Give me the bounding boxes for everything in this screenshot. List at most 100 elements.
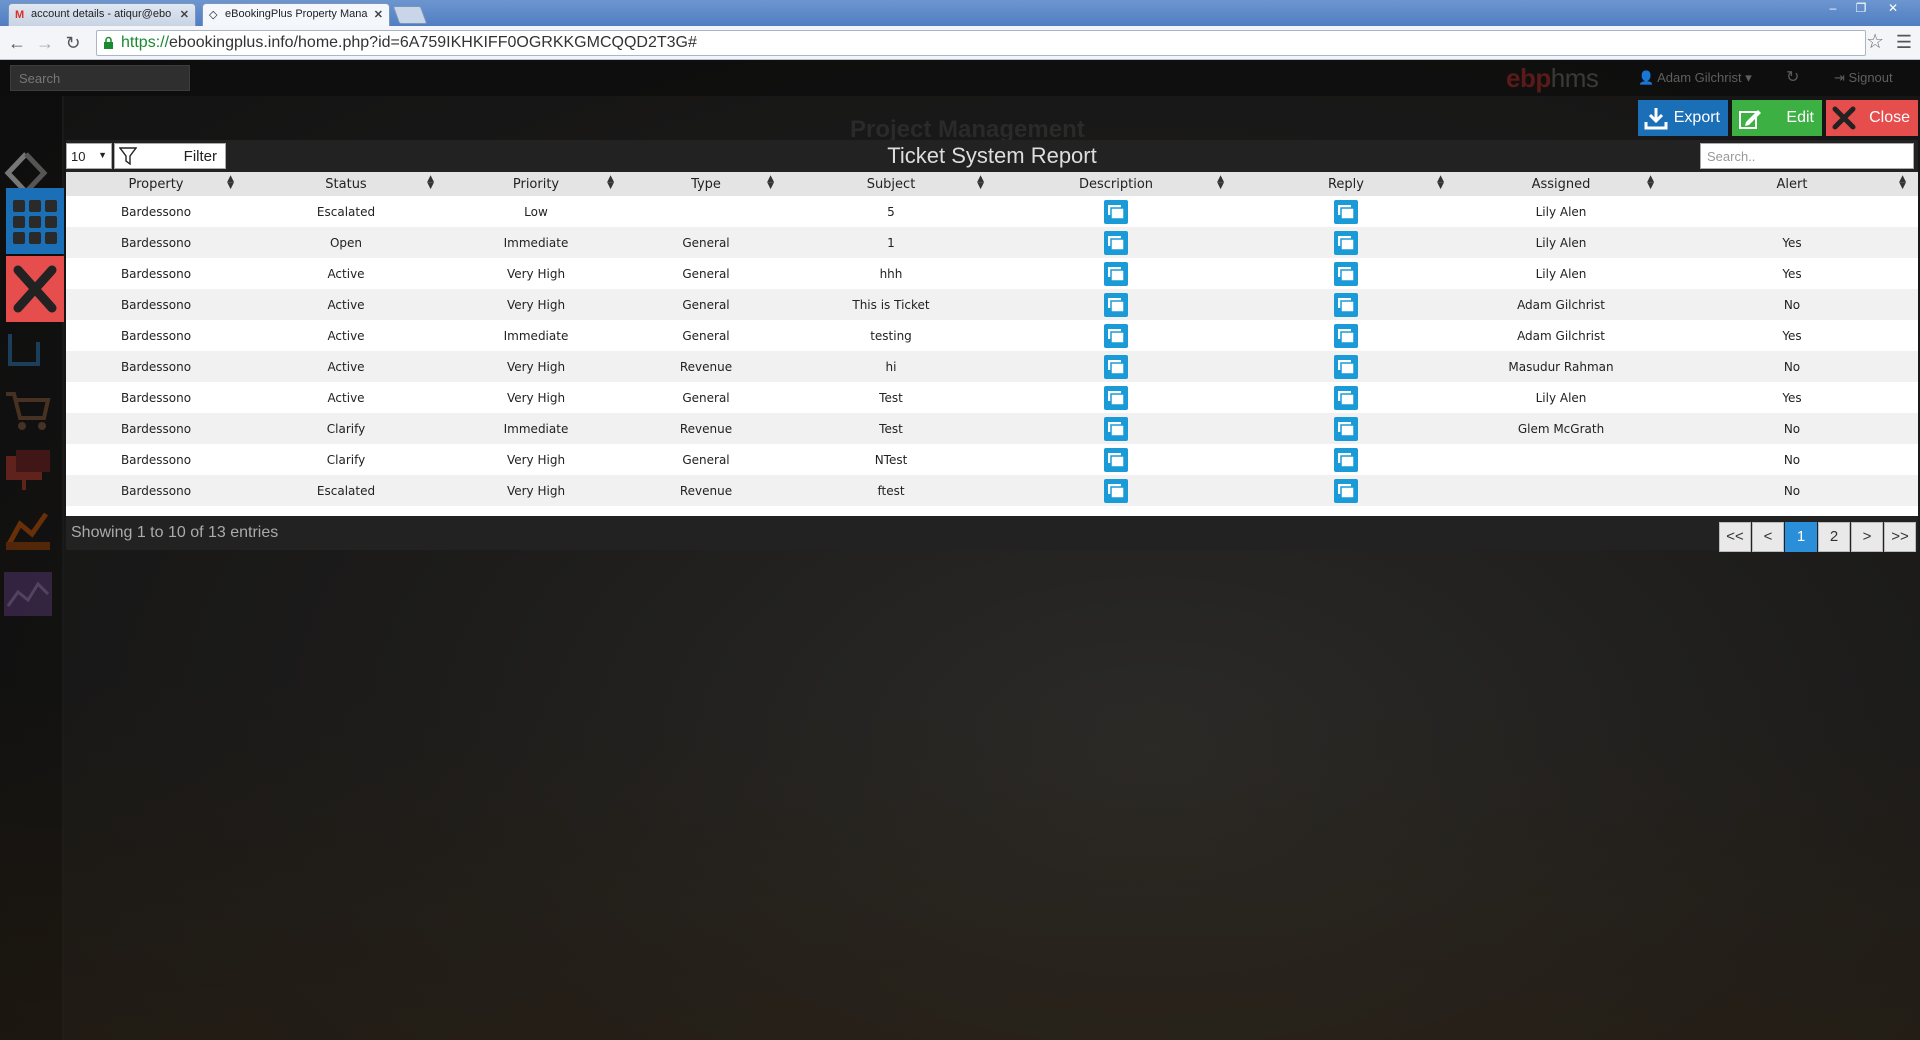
- first-page-button[interactable]: <<: [1719, 522, 1751, 552]
- description-icon[interactable]: [1104, 230, 1128, 255]
- reply-icon[interactable]: [1334, 354, 1358, 379]
- table-row[interactable]: Bardessono Escalated Low 5 Lily Alen: [66, 196, 1918, 227]
- sidebar-close-button[interactable]: [6, 256, 64, 322]
- description-icon[interactable]: [1104, 323, 1128, 348]
- reply-icon[interactable]: [1334, 447, 1358, 472]
- reply-icon[interactable]: [1334, 416, 1358, 441]
- table-row[interactable]: Bardessono Clarify Immediate Revenue Test Gle…: [66, 413, 1918, 444]
- restore-icon[interactable]: ❐: [1848, 0, 1874, 18]
- browser-tab-ebookingplus[interactable]: ◇ eBookingPlus Property Mana ✕: [202, 3, 390, 26]
- back-arrow-icon[interactable]: ←: [6, 32, 28, 54]
- close-button[interactable]: Close: [1826, 100, 1918, 136]
- cell-subject: testing: [870, 328, 912, 343]
- table-row[interactable]: Bardessono Active Very High Revenue hi Masudu…: [66, 351, 1918, 382]
- cell-description: [996, 475, 1236, 506]
- browser-menu-icon[interactable]: ☰: [1896, 32, 1912, 52]
- table-row[interactable]: Bardessono Clarify Very High General NTest No: [66, 444, 1918, 475]
- cell-status: Active: [327, 359, 365, 374]
- description-icon[interactable]: [1104, 478, 1128, 503]
- presentation-icon[interactable]: [2, 446, 54, 494]
- description-icon[interactable]: [1104, 447, 1128, 472]
- reply-icon[interactable]: [1334, 323, 1358, 348]
- cell-priority: Low: [524, 204, 548, 219]
- cell-type: General: [682, 328, 730, 343]
- minimize-icon[interactable]: –: [1820, 0, 1846, 18]
- pagination: << < 1 2 > >>: [1718, 522, 1916, 552]
- caret-down-icon: ▼: [98, 150, 107, 160]
- edit-pencil-icon: [1739, 110, 1761, 129]
- new-tab-button[interactable]: [392, 6, 428, 24]
- sort-icon: ▲ ▼: [607, 174, 614, 191]
- page-length-select[interactable]: 10 ▼: [66, 143, 112, 169]
- user-menu[interactable]: 👤 Adam Gilchrist ▾: [1638, 70, 1752, 86]
- description-icon[interactable]: [1104, 354, 1128, 379]
- browser-tab-gmail[interactable]: M account details - atiqur@ebo ✕: [8, 3, 196, 26]
- reload-icon[interactable]: ↻: [62, 32, 84, 54]
- tab-title: eBookingPlus Property Mana: [225, 8, 368, 20]
- column-header-label: Assigned: [1531, 176, 1591, 192]
- store-icon[interactable]: [2, 324, 54, 372]
- app-top-bar: Search ebphms 👤 Adam Gilchrist ▾ ↻ ⇥ Sig…: [0, 60, 1920, 96]
- reply-icon[interactable]: [1334, 385, 1358, 410]
- table-row[interactable]: Bardessono Active Very High General Test Lily…: [66, 382, 1918, 413]
- cell-reply: [1236, 413, 1456, 444]
- previous-page-button[interactable]: <: [1752, 522, 1784, 552]
- description-icon[interactable]: [1104, 416, 1128, 441]
- caret-down-icon: ▾: [1745, 70, 1752, 85]
- page-2-button[interactable]: 2: [1818, 522, 1850, 552]
- reply-icon[interactable]: [1334, 261, 1358, 286]
- close-tab-icon[interactable]: ✕: [180, 8, 189, 21]
- column-header-priority[interactable]: Priority ▲ ▼: [446, 172, 626, 196]
- ticket-table-container: Property ▲ ▼ Status ▲ ▼ Priority ▲ ▼ Type ▲ ▼ Su…: [66, 172, 1918, 516]
- filter-button[interactable]: Filter: [114, 143, 226, 169]
- cell-priority: Very High: [506, 297, 566, 312]
- cell-reply: [1236, 475, 1456, 506]
- table-row[interactable]: Bardessono Active Immediate General testing A…: [66, 320, 1918, 351]
- next-page-button[interactable]: >: [1851, 522, 1883, 552]
- column-header-status[interactable]: Status ▲ ▼: [246, 172, 446, 196]
- signout-link[interactable]: ⇥ Signout: [1834, 70, 1893, 86]
- last-page-button[interactable]: >>: [1884, 522, 1916, 552]
- description-icon[interactable]: [1104, 292, 1128, 317]
- table-row[interactable]: Bardessono Active Very High General hhh Lily …: [66, 258, 1918, 289]
- reports-icon[interactable]: [2, 506, 54, 554]
- export-button[interactable]: Export: [1638, 100, 1728, 136]
- window-close-icon[interactable]: ✕: [1880, 0, 1906, 18]
- page-1-button[interactable]: 1: [1785, 522, 1817, 552]
- column-header-reply[interactable]: Reply ▲ ▼: [1236, 172, 1456, 196]
- forward-arrow-icon[interactable]: →: [34, 32, 56, 54]
- reply-icon[interactable]: [1334, 292, 1358, 317]
- table-row[interactable]: Bardessono Active Very High General This is …: [66, 289, 1918, 320]
- column-header-label: Type: [691, 176, 721, 192]
- reply-icon[interactable]: [1334, 230, 1358, 255]
- edit-button[interactable]: Edit: [1732, 100, 1822, 136]
- funnel-icon: [119, 147, 137, 165]
- table-row[interactable]: Bardessono Open Immediate General 1 Lily Alen…: [66, 227, 1918, 258]
- table-row[interactable]: Bardessono Escalated Very High Revenue ftest…: [66, 475, 1918, 506]
- reply-icon[interactable]: [1334, 478, 1358, 503]
- column-header-alert[interactable]: Alert ▲ ▼: [1666, 172, 1918, 196]
- column-header-type[interactable]: Type ▲ ▼: [626, 172, 786, 196]
- column-header-label: Reply: [1327, 176, 1364, 192]
- bookmark-star-icon[interactable]: ☆: [1866, 30, 1884, 54]
- column-header-property[interactable]: Property ▲ ▼: [66, 172, 246, 196]
- close-tab-icon[interactable]: ✕: [374, 8, 383, 21]
- description-icon[interactable]: [1104, 261, 1128, 286]
- cart-icon[interactable]: [2, 386, 54, 434]
- table-search-input[interactable]: Search..: [1700, 143, 1914, 169]
- analytics-icon[interactable]: [2, 570, 54, 618]
- reply-icon[interactable]: [1334, 199, 1358, 224]
- description-icon[interactable]: [1104, 385, 1128, 410]
- gmail-icon: M: [15, 9, 25, 21]
- description-icon[interactable]: [1104, 199, 1128, 224]
- cell-status: Clarify: [326, 421, 366, 436]
- url-bar[interactable]: https://ebookingplus.info/home.php?id=6A…: [96, 30, 1866, 56]
- cell-assigned: Adam Gilchrist: [1517, 328, 1605, 343]
- column-header-subject[interactable]: Subject ▲ ▼: [786, 172, 996, 196]
- refresh-icon[interactable]: ↻: [1786, 67, 1799, 87]
- column-header-description[interactable]: Description ▲ ▼: [996, 172, 1236, 196]
- global-search-input[interactable]: Search: [10, 65, 190, 91]
- column-header-assigned[interactable]: Assigned ▲ ▼: [1456, 172, 1666, 196]
- apps-grid-button[interactable]: [6, 188, 64, 254]
- column-header-label: Status: [325, 176, 367, 192]
